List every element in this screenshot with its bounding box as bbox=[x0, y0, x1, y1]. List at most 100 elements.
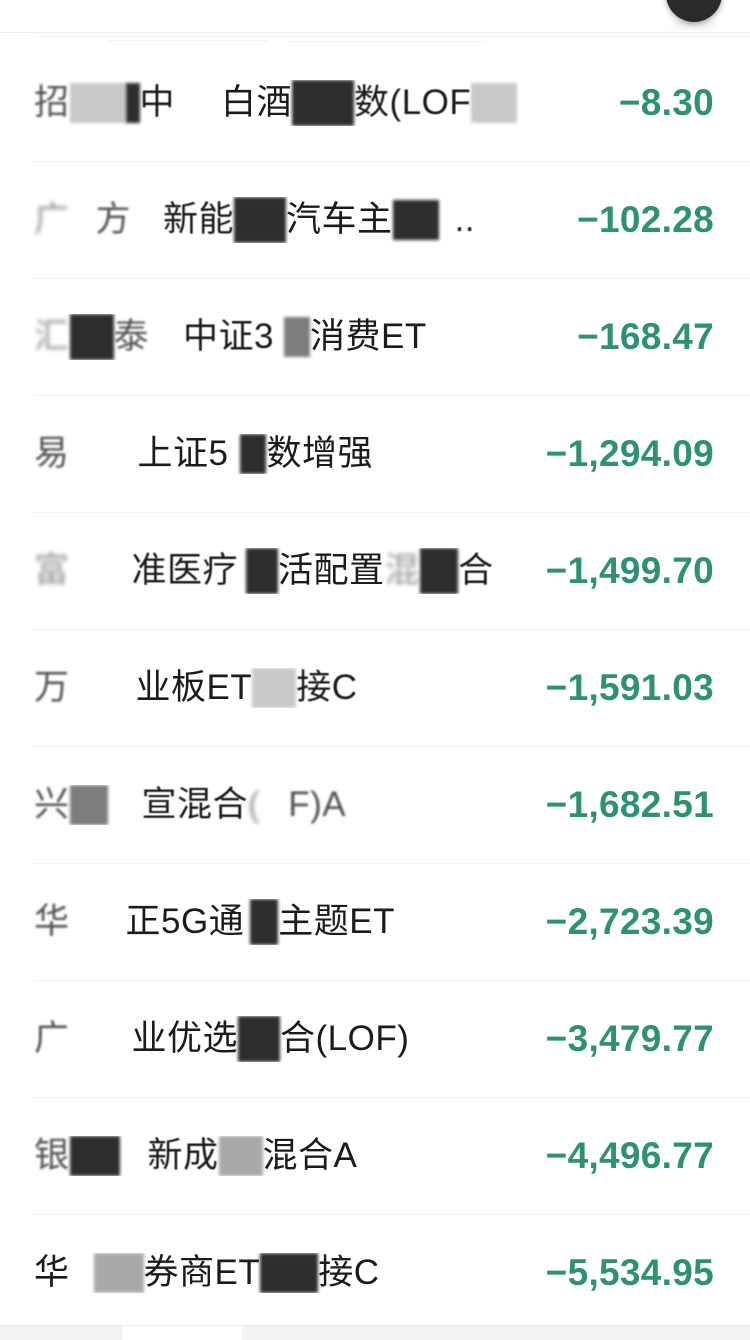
fund-name-fragment: ( bbox=[248, 785, 261, 824]
fund-name: 广 业优选 合(LOF) bbox=[0, 1015, 546, 1062]
profit-loss-value: −2,723.39 bbox=[545, 900, 714, 942]
fund-name-fragment: 华 bbox=[34, 902, 70, 941]
redaction-block bbox=[93, 1252, 144, 1293]
fund-name-fragment: 兴 bbox=[34, 785, 70, 824]
list-item[interactable]: 广 方 新能 汽车主 .. −102.28 bbox=[0, 161, 750, 278]
redaction-block bbox=[69, 784, 108, 825]
divider bbox=[286, 41, 486, 42]
profit-loss-value: −4,496.77 bbox=[545, 1134, 714, 1176]
list-item[interactable]: 兴 宣混合 ( F)A −1,682.51 bbox=[0, 746, 750, 863]
fund-name-fragment: 汽车主 bbox=[286, 200, 393, 239]
list-item[interactable]: 招 中 白酒 数(LOF −8.30 bbox=[0, 44, 750, 161]
fund-name-fragment: 接C bbox=[318, 1253, 380, 1292]
redaction-block bbox=[234, 196, 287, 243]
profit-loss-value: −1,499.70 bbox=[545, 549, 714, 591]
list-item[interactable]: 富 准医疗 活配置 混 合 −1,499.70 bbox=[0, 512, 750, 629]
fund-name-fragment: 银 bbox=[34, 1136, 70, 1175]
fund-name-fragment: 广 bbox=[34, 200, 70, 239]
fund-name: 华 正5G通 主题ET bbox=[0, 898, 546, 945]
fund-name-fragment: 白酒 bbox=[221, 83, 293, 122]
fund-name-fragment: 中证3 bbox=[183, 317, 274, 356]
fund-name: 银 新成 混合A bbox=[0, 1135, 546, 1176]
fund-name: 易 上证5 数增强 bbox=[0, 433, 546, 474]
fund-name: 广 方 新能 汽车主 .. bbox=[0, 196, 577, 243]
profit-loss-value: −168.47 bbox=[577, 315, 714, 357]
redaction-block bbox=[218, 1135, 263, 1176]
redaction-block bbox=[284, 316, 310, 357]
fund-name-fragment: 上证5 bbox=[137, 434, 229, 473]
fund-name-fragment: F)A bbox=[288, 785, 347, 824]
fund-name: 富 准医疗 活配置 混 合 bbox=[0, 547, 546, 594]
floating-action-bubble-icon[interactable] bbox=[666, 0, 722, 22]
fund-name-fragment: 招 bbox=[34, 83, 70, 122]
redaction-block bbox=[69, 82, 126, 123]
fund-name-fragment: 新能 bbox=[163, 200, 235, 239]
redaction-block bbox=[246, 547, 279, 594]
bottom-chrome-notch bbox=[122, 1326, 242, 1340]
fund-name-fragment: 业板ET bbox=[135, 668, 253, 707]
scroll-edge-hairlines bbox=[0, 30, 750, 44]
fund-name: 招 中 白酒 数(LOF bbox=[0, 79, 619, 126]
fund-name-fragment: .. bbox=[454, 200, 476, 239]
fund-name-fragment: 准医疗 bbox=[131, 551, 239, 590]
fund-name-fragment: 数增强 bbox=[266, 434, 373, 473]
fund-name-fragment: 券商ET bbox=[143, 1253, 261, 1292]
redaction-block bbox=[238, 1015, 281, 1062]
fund-name: 万 业板ET 接C bbox=[0, 667, 546, 708]
divider bbox=[108, 40, 268, 41]
profit-loss-value: −5,534.95 bbox=[545, 1251, 714, 1293]
fund-name-fragment: 业优选 bbox=[131, 1019, 239, 1058]
list-item[interactable]: 汇 泰 中证3 消费ET −168.47 bbox=[0, 278, 750, 395]
bottom-chrome-bar bbox=[0, 1325, 750, 1340]
fund-name-fragment: 万 bbox=[34, 668, 70, 707]
fund-name: 汇 泰 中证3 消费ET bbox=[0, 313, 577, 360]
fund-name-fragment: 接C bbox=[296, 668, 358, 707]
fund-name-fragment: 数(LOF bbox=[354, 83, 472, 122]
fund-name-fragment: 华 bbox=[34, 1253, 70, 1292]
redaction-block bbox=[471, 82, 518, 123]
list-item[interactable]: 华 正5G通 主题ET −2,723.39 bbox=[0, 863, 750, 980]
divider bbox=[0, 32, 750, 33]
fund-name-fragment: 汇 bbox=[34, 317, 70, 356]
fund-name-fragment: 易 bbox=[34, 434, 70, 473]
redaction-block bbox=[252, 667, 297, 708]
app-screen: 招 中 白酒 数(LOF −8.30 广 方 新能 汽车主 .. −102.28… bbox=[0, 0, 750, 1340]
divider bbox=[38, 36, 750, 37]
redaction-block bbox=[69, 1135, 120, 1176]
redaction-block bbox=[292, 79, 355, 126]
redaction-block bbox=[260, 1252, 319, 1293]
list-item[interactable]: 银 新成 混合A −4,496.77 bbox=[0, 1097, 750, 1214]
profit-loss-value: −1,294.09 bbox=[545, 432, 714, 474]
fund-name-fragment: 正5G通 bbox=[125, 902, 245, 941]
fund-name-fragment: 宣混合 bbox=[141, 785, 249, 824]
holdings-list[interactable]: 招 中 白酒 数(LOF −8.30 广 方 新能 汽车主 .. −102.28… bbox=[0, 44, 750, 1331]
list-item[interactable]: 华 券商ET 接C −5,534.95 bbox=[0, 1214, 750, 1331]
profit-loss-value: −3,479.77 bbox=[545, 1017, 714, 1059]
redaction-block bbox=[420, 547, 459, 594]
profit-loss-value: −8.30 bbox=[618, 81, 714, 123]
list-item[interactable]: 万 业板ET 接C −1,591.03 bbox=[0, 629, 750, 746]
fund-name-fragment: 新成 bbox=[147, 1136, 219, 1175]
fund-name-fragment: 合 bbox=[458, 551, 494, 590]
profit-loss-value: −1,682.51 bbox=[545, 783, 714, 825]
redaction-block bbox=[125, 82, 140, 123]
fund-name-fragment: 泰 bbox=[113, 317, 150, 356]
fund-name-fragment: 方 bbox=[95, 200, 132, 239]
profit-loss-value: −102.28 bbox=[577, 198, 714, 240]
fund-name-fragment: 中 bbox=[139, 83, 176, 122]
redaction-block bbox=[69, 313, 114, 360]
fund-name-fragment: 混合A bbox=[262, 1136, 358, 1175]
fund-name-fragment: 混 bbox=[384, 551, 421, 590]
list-item[interactable]: 广 业优选 合(LOF) −3,479.77 bbox=[0, 980, 750, 1097]
redaction-block bbox=[392, 199, 439, 240]
fund-name-fragment: 活配置 bbox=[278, 551, 385, 590]
redaction-block bbox=[240, 433, 267, 474]
fund-name-fragment: 合(LOF) bbox=[280, 1019, 410, 1058]
list-item[interactable]: 易 上证5 数增强 −1,294.09 bbox=[0, 395, 750, 512]
fund-name-fragment: 广 bbox=[34, 1019, 70, 1058]
fund-name-fragment: 富 bbox=[34, 551, 70, 590]
fund-name: 华 券商ET 接C bbox=[0, 1252, 546, 1293]
profit-loss-value: −1,591.03 bbox=[545, 666, 714, 708]
fund-name-fragment: 主题ET bbox=[278, 902, 395, 941]
fund-name-fragment: 消费ET bbox=[310, 317, 427, 356]
